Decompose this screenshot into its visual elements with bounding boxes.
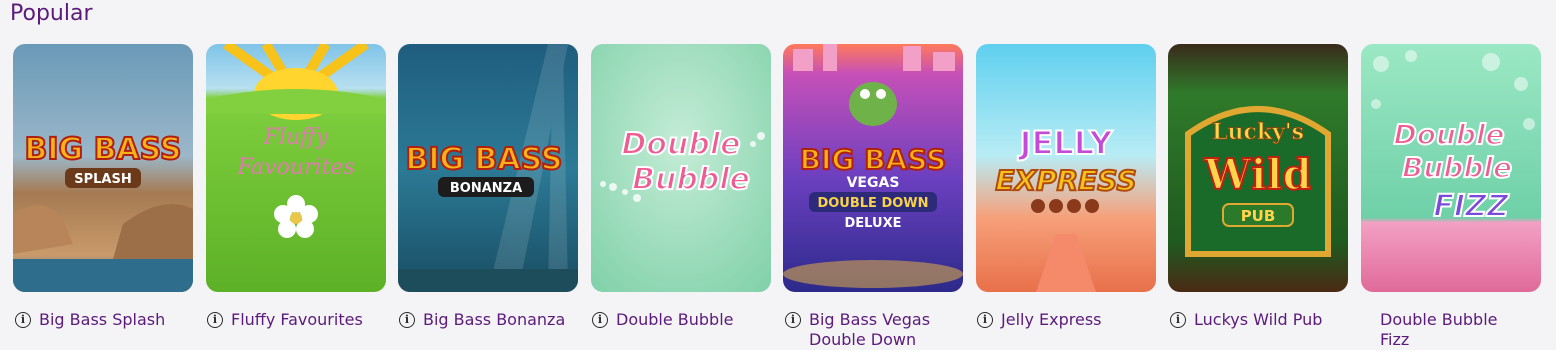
game-thumbnail: Double Bubble FIZZ <box>1361 44 1541 292</box>
art-subtitle-2: FIZZ <box>1433 189 1509 224</box>
art-subtitle-2: DOUBLE DOWN <box>817 196 928 211</box>
game-tile-big-bass-bonanza[interactable]: BIG BASS BONANZA <box>398 44 578 292</box>
info-icon[interactable]: i <box>977 312 993 328</box>
game-thumbnail: Lucky's Wild PUB <box>1168 44 1348 292</box>
info-icon[interactable]: i <box>15 312 31 328</box>
art-subtitle: Favourites <box>236 155 354 180</box>
art-subtitle: Bubble <box>632 162 750 197</box>
info-icon[interactable]: i <box>1170 312 1186 328</box>
game-thumbnail: BIG BASS BONANZA <box>398 44 578 292</box>
art-title: Fluffy <box>263 125 329 150</box>
game-caption[interactable]: i Big Bass Vegas Double Down <box>785 310 959 350</box>
game-thumbnail: BIG BASS VEGAS DOUBLE DOWN DELUXE <box>783 44 963 292</box>
art-title: Double <box>1393 118 1504 151</box>
game-tile-double-bubble-fizz[interactable]: Double Bubble FIZZ <box>1361 44 1541 292</box>
game-caption[interactable]: Double Bubble Fizz <box>1380 310 1530 350</box>
art-title: BIG BASS <box>800 143 947 176</box>
art-title: BIG BASS <box>24 132 181 167</box>
game-name[interactable]: Big Bass Bonanza <box>423 310 573 330</box>
game-name[interactable]: Big Bass Vegas Double Down <box>809 310 959 350</box>
art-subtitle-2: PUB <box>1241 207 1276 225</box>
game-caption[interactable]: i Luckys Wild Pub <box>1170 310 1344 350</box>
game-name[interactable]: Luckys Wild Pub <box>1194 310 1344 330</box>
info-icon[interactable]: i <box>785 312 801 328</box>
game-caption[interactable]: i Double Bubble <box>592 310 766 350</box>
info-icon[interactable]: i <box>207 312 223 328</box>
art-subtitle: EXPRESS <box>995 164 1136 197</box>
game-name[interactable]: Big Bass Splash <box>39 310 189 330</box>
section-title-popular: Popular <box>10 1 93 26</box>
game-tile-jelly-express[interactable]: JELLY EXPRESS <box>976 44 1156 292</box>
game-thumbnail: JELLY EXPRESS <box>976 44 1156 292</box>
info-icon[interactable]: i <box>592 312 608 328</box>
art-subtitle: BONANZA <box>450 181 522 196</box>
art-subtitle: VEGAS <box>847 175 900 191</box>
art-subtitle: Wild <box>1203 150 1312 199</box>
game-tile-big-bass-vegas-double-down[interactable]: BIG BASS VEGAS DOUBLE DOWN DELUXE <box>783 44 963 292</box>
game-name[interactable]: Fluffy Favourites <box>231 310 381 330</box>
game-thumbnail: Double Bubble <box>591 44 771 292</box>
art-subtitle-3: DELUXE <box>845 216 902 231</box>
art-title: Double <box>622 127 741 162</box>
game-tile-luckys-wild-pub[interactable]: Lucky's Wild PUB <box>1168 44 1348 292</box>
game-thumbnail: Fluffy Favourites <box>206 44 386 292</box>
game-tile-big-bass-splash[interactable]: BIG BASS SPLASH <box>13 44 193 292</box>
game-name[interactable]: Jelly Express <box>1001 310 1151 330</box>
art-title: Lucky's <box>1212 119 1304 145</box>
game-name[interactable]: Double Bubble <box>616 310 766 330</box>
info-icon[interactable]: i <box>399 312 415 328</box>
game-tile-double-bubble[interactable]: Double Bubble <box>591 44 771 292</box>
art-subtitle: SPLASH <box>74 172 131 187</box>
game-name[interactable]: Double Bubble Fizz <box>1380 310 1530 350</box>
game-caption[interactable]: i Big Bass Bonanza <box>399 310 573 350</box>
game-caption[interactable]: i Jelly Express <box>977 310 1151 350</box>
art-title: BIG BASS <box>405 142 562 177</box>
game-caption[interactable]: i Big Bass Splash <box>15 310 189 350</box>
game-caption[interactable]: i Fluffy Favourites <box>207 310 381 350</box>
art-title: JELLY <box>1018 124 1114 162</box>
art-subtitle: Bubble <box>1402 151 1512 184</box>
game-thumbnail: BIG BASS SPLASH <box>13 44 193 292</box>
game-tile-fluffy-favourites[interactable]: Fluffy Favourites <box>206 44 386 292</box>
